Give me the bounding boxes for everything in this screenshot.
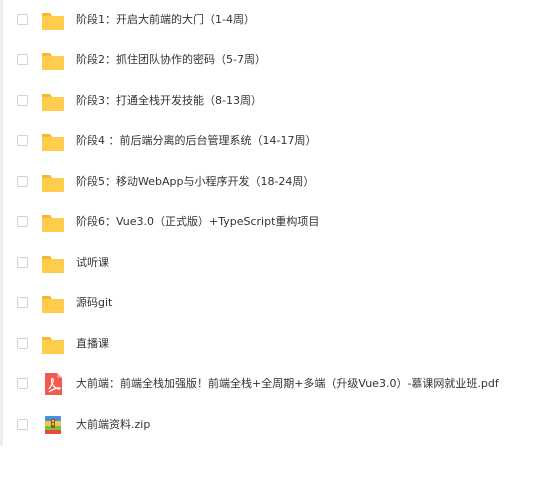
file-row-stage-2[interactable]: 阶段2：抓住团队协作的密码（5-7周）: [0, 40, 539, 80]
file-row-stage-4[interactable]: 阶段4 ：前后端分离的后台管理系统（14-17周）: [0, 121, 539, 161]
file-row-zip[interactable]: 大前端资料.zip: [0, 405, 539, 445]
file-name[interactable]: 阶段2：抓住团队协作的密码（5-7周）: [76, 51, 266, 69]
folder-icon: [40, 291, 66, 315]
file-name[interactable]: 直播课: [76, 335, 109, 353]
file-name[interactable]: 源码git: [76, 294, 112, 312]
file-row-pdf[interactable]: 大前端：前端全栈加强版！前端全栈+全周期+多端（升级Vue3.0）-慕课网就业班…: [0, 364, 539, 404]
file-name[interactable]: 大前端资料.zip: [76, 416, 150, 434]
file-name[interactable]: 大前端：前端全栈加强版！前端全栈+全周期+多端（升级Vue3.0）-慕课网就业班…: [76, 375, 499, 393]
file-name[interactable]: 阶段1：开启大前端的大门（1-4周）: [76, 11, 255, 29]
folder-icon: [40, 8, 66, 32]
select-checkbox[interactable]: [17, 14, 28, 25]
pdf-icon: [40, 372, 66, 396]
file-row-live-class[interactable]: 直播课: [0, 324, 539, 364]
zip-icon: [40, 413, 66, 437]
select-checkbox[interactable]: [17, 216, 28, 227]
folder-icon: [40, 332, 66, 356]
folder-icon: [40, 48, 66, 72]
select-checkbox[interactable]: [17, 297, 28, 308]
file-row-source-git[interactable]: 源码git: [0, 283, 539, 323]
file-row-stage-6[interactable]: 阶段6：Vue3.0（正式版）+TypeScript重构项目: [0, 202, 539, 242]
folder-icon: [40, 170, 66, 194]
select-checkbox[interactable]: [17, 54, 28, 65]
file-name[interactable]: 阶段3：打通全栈开发技能（8-13周）: [76, 92, 262, 110]
select-checkbox[interactable]: [17, 378, 28, 389]
select-checkbox[interactable]: [17, 135, 28, 146]
folder-icon: [40, 210, 66, 234]
file-row-stage-3[interactable]: 阶段3：打通全栈开发技能（8-13周）: [0, 81, 539, 121]
file-row-stage-1[interactable]: 阶段1：开启大前端的大门（1-4周）: [0, 0, 539, 40]
file-name[interactable]: 阶段5：移动WebApp与小程序开发（18-24周）: [76, 173, 314, 191]
file-name[interactable]: 试听课: [76, 254, 109, 272]
file-name[interactable]: 阶段6：Vue3.0（正式版）+TypeScript重构项目: [76, 213, 319, 231]
select-checkbox[interactable]: [17, 419, 28, 430]
select-checkbox[interactable]: [17, 176, 28, 187]
folder-icon: [40, 251, 66, 275]
empty-space: [0, 446, 539, 478]
file-name[interactable]: 阶段4 ：前后端分离的后台管理系统（14-17周）: [76, 132, 316, 150]
file-list: 阶段1：开启大前端的大门（1-4周） 阶段2：抓住团队协作的密码（5-7周） 阶…: [0, 0, 539, 478]
select-checkbox[interactable]: [17, 257, 28, 268]
select-checkbox[interactable]: [17, 338, 28, 349]
select-checkbox[interactable]: [17, 95, 28, 106]
file-row-stage-5[interactable]: 阶段5：移动WebApp与小程序开发（18-24周）: [0, 162, 539, 202]
folder-icon: [40, 129, 66, 153]
folder-icon: [40, 89, 66, 113]
file-row-trial-class[interactable]: 试听课: [0, 243, 539, 283]
